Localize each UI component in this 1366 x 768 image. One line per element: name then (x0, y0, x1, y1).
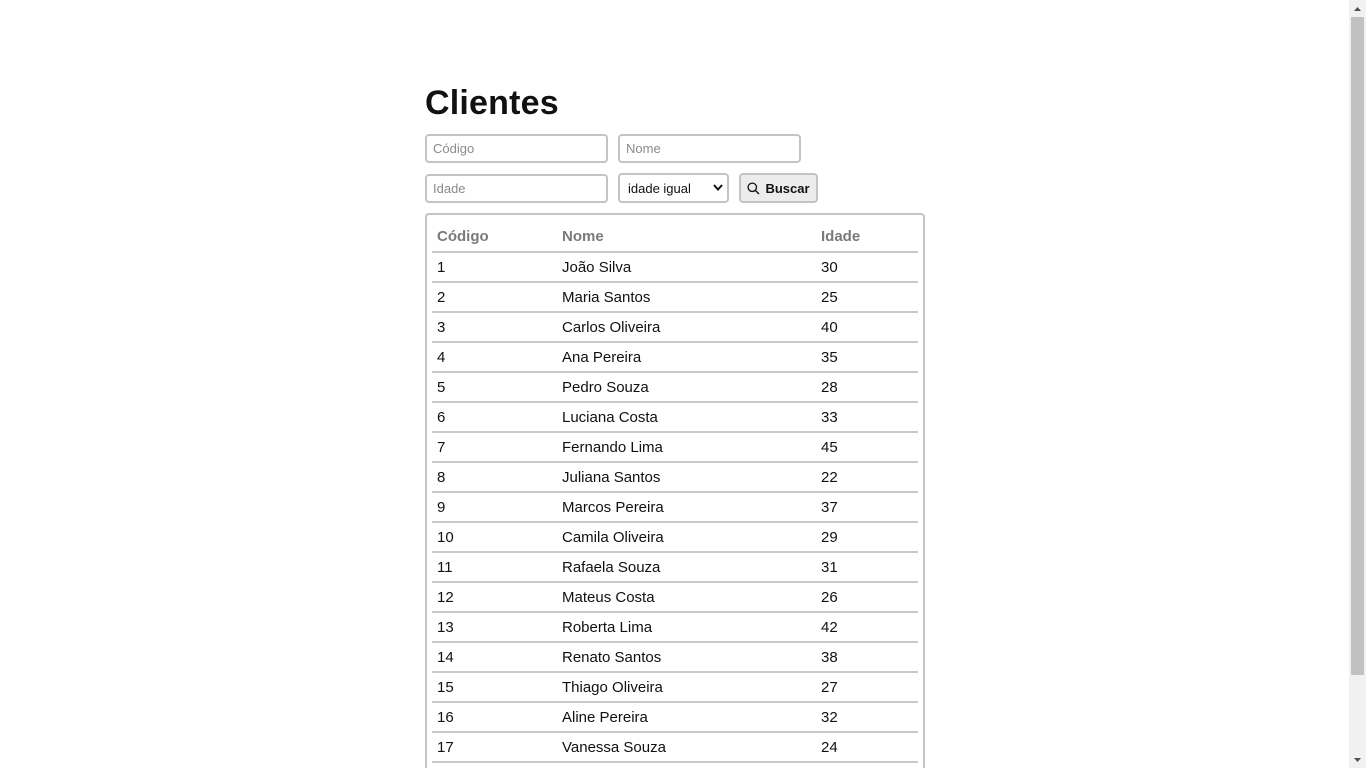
table-body: 1 João Silva 30 2 Maria Santos 25 3 Carlos Oliv… (432, 252, 918, 763)
cell-name: Renato Santos (557, 642, 816, 673)
cell-age: 28 (816, 372, 918, 403)
cell-name: Fernando Lima (557, 432, 816, 463)
cell-name: Juliana Santos (557, 462, 816, 493)
cell-name: Thiago Oliveira (557, 672, 816, 703)
cell-name: Mateus Costa (557, 582, 816, 613)
table-row: 3 Carlos Oliveira 40 (432, 312, 918, 343)
cell-code: 4 (432, 342, 557, 373)
search-button-label: Buscar (765, 180, 810, 196)
search-button[interactable]: Buscar (739, 173, 818, 203)
page-title: Clientes (425, 84, 559, 122)
cell-code: 7 (432, 432, 557, 463)
page: Clientes idade igual (0, 0, 1366, 768)
cell-age: 24 (816, 732, 918, 763)
cell-code: 17 (432, 732, 557, 763)
chevron-down-icon (713, 183, 723, 194)
table-row: 14 Renato Santos 38 (432, 642, 918, 673)
filter-row-2: idade igual Buscar (425, 173, 925, 203)
code-input[interactable] (425, 133, 608, 163)
scroll-down-icon[interactable] (1349, 751, 1366, 768)
cell-age: 33 (816, 402, 918, 433)
table-row: 6 Luciana Costa 33 (432, 402, 918, 433)
cell-age: 35 (816, 342, 918, 373)
table-row: 5 Pedro Souza 28 (432, 372, 918, 403)
filter-form: idade igual Buscar (425, 133, 925, 203)
cell-age: 38 (816, 642, 918, 673)
cell-name: Pedro Souza (557, 372, 816, 403)
cell-name: João Silva (557, 252, 816, 283)
scrollbar-thumb[interactable] (1351, 17, 1364, 675)
table-row: 10 Camila Oliveira 29 (432, 522, 918, 553)
cell-age: 25 (816, 282, 918, 313)
cell-code: 2 (432, 282, 557, 313)
name-input[interactable] (618, 133, 801, 163)
column-header-name: Nome (557, 221, 816, 253)
cell-name: Maria Santos (557, 282, 816, 313)
cell-age: 22 (816, 462, 918, 493)
cell-name: Camila Oliveira (557, 522, 816, 553)
cell-name: Roberta Lima (557, 612, 816, 643)
cell-name: Ana Pereira (557, 342, 816, 373)
cell-name: Carlos Oliveira (557, 312, 816, 343)
column-header-code: Código (432, 221, 557, 253)
table-row: 9 Marcos Pereira 37 (432, 492, 918, 523)
column-header-age: Idade (816, 221, 918, 253)
cell-age: 30 (816, 252, 918, 283)
table-row: 15 Thiago Oliveira 27 (432, 672, 918, 703)
cell-age: 31 (816, 552, 918, 583)
cell-age: 26 (816, 582, 918, 613)
cell-age: 32 (816, 702, 918, 733)
cell-name: Vanessa Souza (557, 732, 816, 763)
table-row: 12 Mateus Costa 26 (432, 582, 918, 613)
cell-name: Rafaela Souza (557, 552, 816, 583)
cell-age: 40 (816, 312, 918, 343)
table-row: 2 Maria Santos 25 (432, 282, 918, 313)
cell-name: Luciana Costa (557, 402, 816, 433)
cell-code: 14 (432, 642, 557, 673)
cell-name: Aline Pereira (557, 702, 816, 733)
table-row: 4 Ana Pereira 35 (432, 342, 918, 373)
cell-code: 12 (432, 582, 557, 613)
table-row: 7 Fernando Lima 45 (432, 432, 918, 463)
age-mode-select[interactable]: idade igual (618, 173, 729, 203)
clients-table-container: Código Nome Idade 1 João Silva 30 2 Maria Sa… (425, 213, 925, 768)
scroll-up-icon[interactable] (1349, 0, 1366, 17)
table-row: 13 Roberta Lima 42 (432, 612, 918, 643)
table-header-row: Código Nome Idade (432, 221, 918, 253)
search-icon (747, 181, 760, 195)
clients-table: Código Nome Idade 1 João Silva 30 2 Maria Sa… (432, 221, 918, 763)
vertical-scrollbar[interactable] (1349, 0, 1366, 768)
cell-code: 16 (432, 702, 557, 733)
cell-age: 29 (816, 522, 918, 553)
cell-code: 9 (432, 492, 557, 523)
cell-code: 10 (432, 522, 557, 553)
cell-name: Marcos Pereira (557, 492, 816, 523)
cell-age: 27 (816, 672, 918, 703)
table-row: 11 Rafaela Souza 31 (432, 552, 918, 583)
cell-code: 11 (432, 552, 557, 583)
table-row: 16 Aline Pereira 32 (432, 702, 918, 733)
filter-row-1 (425, 133, 925, 163)
cell-code: 6 (432, 402, 557, 433)
cell-code: 15 (432, 672, 557, 703)
table-row: 17 Vanessa Souza 24 (432, 732, 918, 763)
cell-code: 5 (432, 372, 557, 403)
main-content: Clientes idade igual (425, 82, 925, 768)
cell-age: 42 (816, 612, 918, 643)
cell-code: 3 (432, 312, 557, 343)
cell-age: 45 (816, 432, 918, 463)
table-row: 8 Juliana Santos 22 (432, 462, 918, 493)
age-input[interactable] (425, 173, 608, 203)
table-row: 1 João Silva 30 (432, 252, 918, 283)
age-mode-selected-value: idade igual (628, 180, 691, 196)
cell-code: 13 (432, 612, 557, 643)
cell-code: 1 (432, 252, 557, 283)
cell-age: 37 (816, 492, 918, 523)
cell-code: 8 (432, 462, 557, 493)
